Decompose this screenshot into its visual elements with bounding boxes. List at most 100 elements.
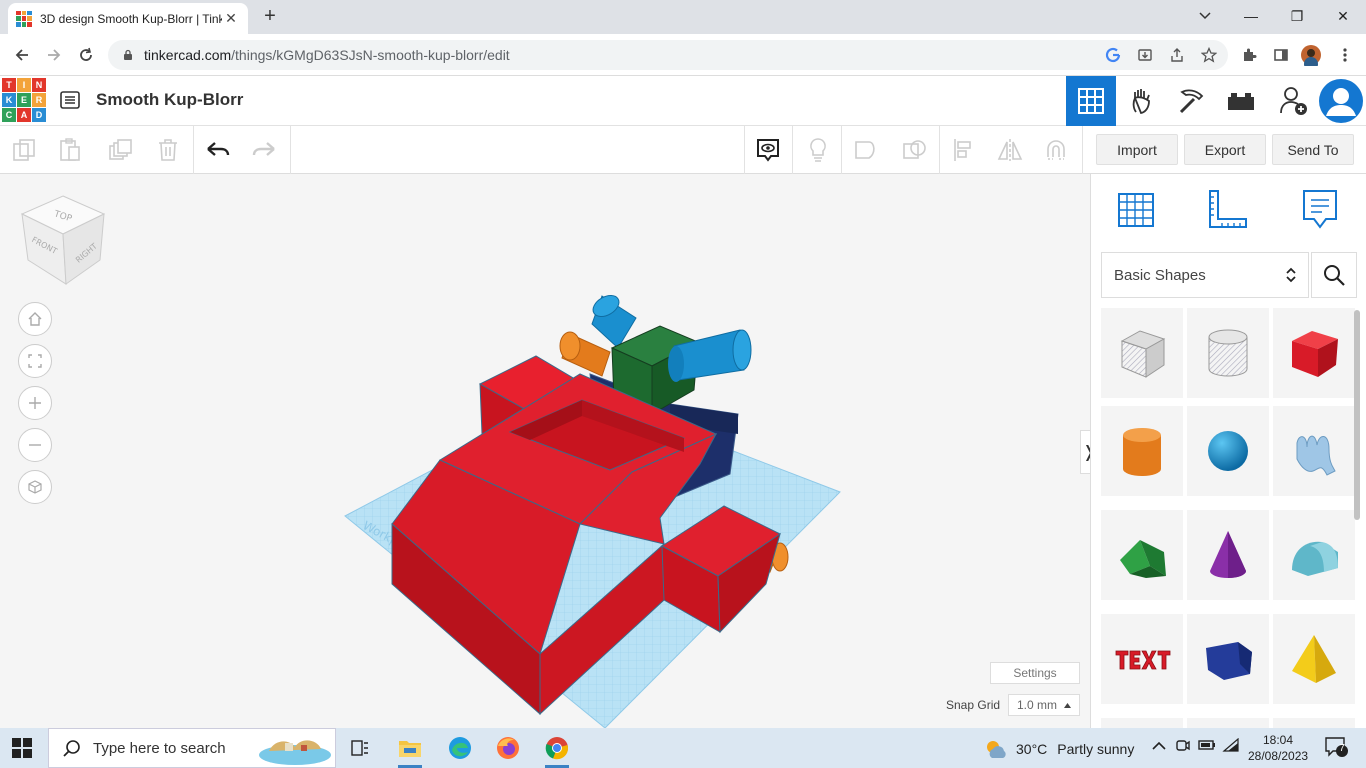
task-view-icon[interactable] (346, 734, 374, 762)
add-user-button[interactable] (1268, 76, 1318, 126)
workplane-viewport[interactable]: TOP FRONT RIGHT Workplane (0, 174, 1090, 728)
logo-letter: A (17, 108, 31, 122)
windows-start-icon[interactable] (12, 738, 32, 758)
blue-cylinder-left[interactable] (589, 291, 637, 349)
cone-shape[interactable] (1187, 510, 1269, 600)
snap-grid-select[interactable]: 1.0 mm (1008, 694, 1080, 716)
show-hidden-icons-icon[interactable] (1152, 738, 1166, 754)
omnibox[interactable]: tinkercad.com/things/kGMgD63SJsN-smooth-… (108, 40, 1228, 70)
notifications-button[interactable]: 7 (1324, 736, 1348, 761)
orange-cylinder-back[interactable] (559, 331, 611, 377)
tab-search-icon[interactable] (1182, 0, 1228, 32)
sphere-shape[interactable] (1187, 406, 1269, 496)
cylinder-shape[interactable] (1101, 406, 1183, 496)
undo-icon[interactable] (202, 134, 234, 166)
design-title[interactable]: Smooth Kup-Blorr (96, 90, 243, 110)
extensions-puzzle-icon[interactable] (1238, 44, 1260, 66)
chrome-icon[interactable] (543, 734, 571, 768)
home-view-button[interactable] (18, 302, 52, 336)
minimize-button[interactable]: — (1228, 0, 1274, 32)
battery-icon[interactable] (1198, 738, 1216, 755)
duplicate-icon[interactable] (104, 134, 136, 166)
delete-icon[interactable] (152, 134, 184, 166)
browser-tab[interactable]: 3D design Smooth Kup-Blorr | Tinkercad ✕ (8, 3, 248, 34)
shape-cell-partial[interactable] (1187, 718, 1269, 728)
text-shape[interactable] (1101, 614, 1183, 704)
tinkercad-logo[interactable]: T I N K E R C A D (2, 78, 46, 122)
workplane-tool-button[interactable] (1113, 186, 1159, 232)
shape-cell-partial[interactable] (1273, 718, 1355, 728)
restore-button[interactable]: ❐ (1274, 0, 1320, 32)
zoom-in-button[interactable] (18, 386, 52, 420)
close-tab-icon[interactable]: ✕ (222, 10, 240, 27)
navy-prism-icon (1206, 642, 1252, 680)
user-avatar[interactable] (1316, 76, 1366, 126)
shape-category-select[interactable]: Basic Shapes (1101, 252, 1309, 298)
plus-icon (29, 397, 41, 409)
roof-shape[interactable] (1101, 510, 1183, 600)
meet-now-icon[interactable] (1176, 738, 1190, 757)
notes-tool-icon[interactable] (752, 134, 784, 166)
settings-button[interactable]: Settings (990, 662, 1080, 684)
redo-icon[interactable] (248, 134, 280, 166)
import-button[interactable]: Import (1096, 134, 1178, 165)
ruler-tool-button[interactable] (1205, 186, 1251, 232)
close-window-button[interactable]: ✕ (1320, 0, 1366, 32)
lego-bricks-button[interactable] (1216, 76, 1266, 126)
group-icon[interactable] (850, 134, 882, 166)
new-tab-button[interactable]: + (258, 5, 282, 29)
paste-icon[interactable] (54, 134, 86, 166)
google-icon[interactable] (1102, 44, 1124, 66)
cylinder-hole-shape[interactable] (1187, 308, 1269, 398)
pyramid-shape[interactable] (1273, 614, 1355, 704)
round-roof-shape[interactable] (1273, 510, 1355, 600)
box-shape[interactable] (1273, 308, 1355, 398)
clock-date: 28/08/2023 (1248, 749, 1309, 763)
panel-scrollbar[interactable] (1354, 310, 1360, 520)
perspective-button[interactable] (18, 470, 52, 504)
fit-icon (28, 354, 42, 368)
collapse-panel-button[interactable]: ❭ (1080, 430, 1090, 474)
partly-sunny-icon (987, 741, 1006, 758)
weather-widget[interactable]: 30°C Partly sunny (984, 738, 1134, 760)
send-to-button[interactable]: Send To (1272, 134, 1354, 165)
side-panel-icon[interactable] (1270, 44, 1292, 66)
file-explorer-icon[interactable] (396, 734, 424, 768)
align-icon[interactable] (948, 134, 980, 166)
mirror-icon[interactable] (994, 134, 1026, 166)
shape-search-button[interactable] (1311, 252, 1357, 298)
wifi-icon[interactable] (1222, 737, 1240, 755)
3d-scene[interactable]: Workplane (340, 284, 850, 728)
codeblocks-button[interactable] (1117, 76, 1167, 126)
chrome-menu-icon[interactable] (1334, 44, 1356, 66)
export-button[interactable]: Export (1184, 134, 1266, 165)
firefox-icon[interactable] (494, 734, 522, 762)
half-sphere-hexagon-shape[interactable] (1187, 614, 1269, 704)
3d-design-view-button[interactable] (1066, 76, 1116, 126)
forward-arrow-icon[interactable] (40, 42, 68, 68)
taskbar-search[interactable]: Type here to search (48, 728, 336, 768)
view-cube[interactable]: TOP FRONT RIGHT (20, 194, 106, 286)
install-icon[interactable] (1134, 44, 1156, 66)
back-arrow-icon[interactable] (8, 42, 36, 68)
shape-cell-partial[interactable] (1101, 718, 1183, 728)
cruise-magnet-icon[interactable] (1040, 134, 1072, 166)
weather-desc: Partly sunny (1057, 741, 1135, 757)
box-hole-shape[interactable] (1101, 308, 1183, 398)
fit-view-button[interactable] (18, 344, 52, 378)
share-icon[interactable] (1166, 44, 1188, 66)
profile-avatar-icon[interactable] (1300, 44, 1322, 66)
notes-button[interactable] (1297, 186, 1343, 232)
minecraft-button[interactable] (1166, 76, 1216, 126)
ungroup-icon[interactable] (898, 134, 930, 166)
system-clock[interactable]: 18:04 28/08/2023 (1248, 732, 1308, 764)
copy-icon[interactable] (8, 134, 40, 166)
reload-icon[interactable] (72, 42, 100, 68)
address-bar: tinkercad.com/things/kGMgD63SJsN-smooth-… (0, 34, 1366, 76)
scribble-shape[interactable] (1273, 406, 1355, 496)
bookmark-star-icon[interactable] (1198, 44, 1220, 66)
design-menu-icon[interactable] (58, 88, 82, 112)
edge-icon[interactable] (446, 734, 474, 762)
zoom-out-button[interactable] (18, 428, 52, 462)
lightbulb-icon[interactable] (802, 134, 834, 166)
